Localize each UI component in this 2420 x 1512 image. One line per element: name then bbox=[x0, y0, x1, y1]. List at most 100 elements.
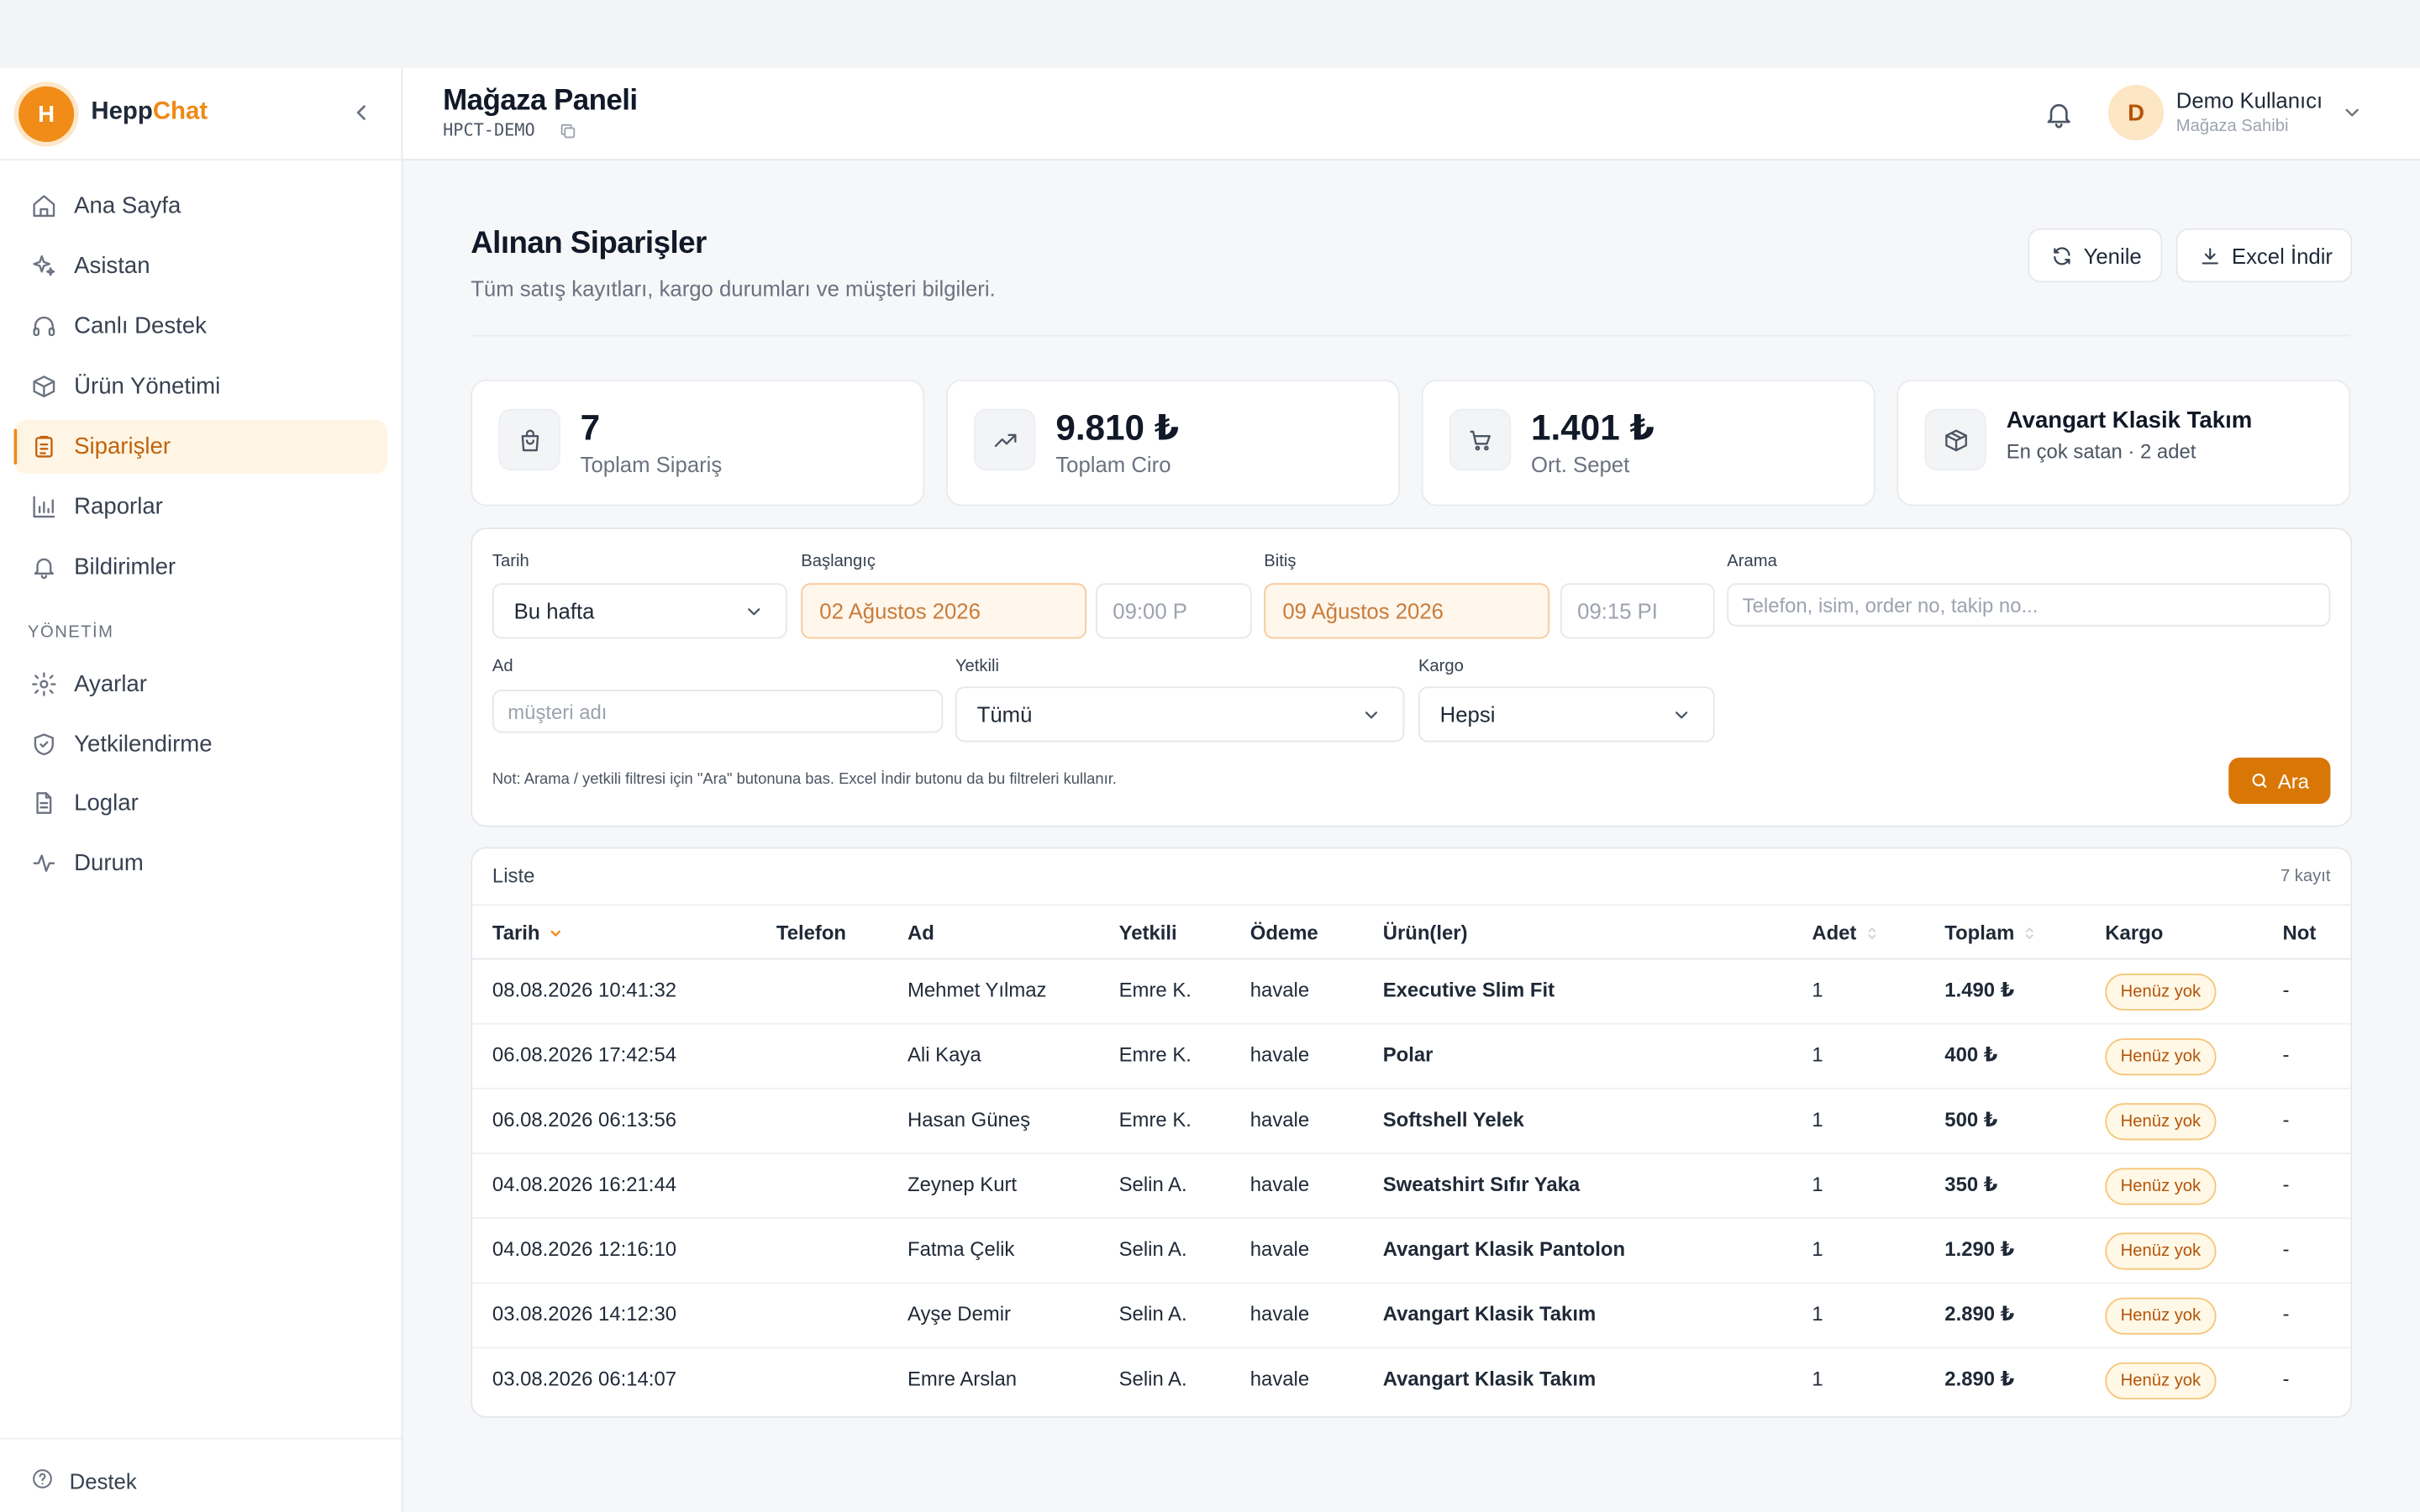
staff-select[interactable]: Tümü bbox=[955, 686, 1405, 743]
cell-qty: 1 bbox=[1812, 1042, 1823, 1067]
sidebar-section-label: YÖNETİM bbox=[28, 623, 114, 643]
sidebar-item-ana-sayfa[interactable]: Ana Sayfa bbox=[14, 179, 387, 233]
cell-staff: Emre K. bbox=[1118, 1107, 1192, 1131]
start-date-field[interactable]: 02 Ağustos 2026 bbox=[801, 583, 1087, 639]
cell-product: Executive Slim Fit bbox=[1382, 978, 1555, 1002]
start-time-field[interactable]: 09:00 P bbox=[1096, 583, 1252, 639]
excel-download-button[interactable]: Excel İndir bbox=[2175, 228, 2353, 283]
column-header-payment: Ödeme bbox=[1250, 921, 1318, 945]
search-input[interactable]: Telefon, isim, order no, takip no... bbox=[1727, 583, 2331, 627]
sidebar-item-raporlar[interactable]: Raporlar bbox=[14, 480, 387, 533]
cell-qty: 1 bbox=[1812, 1367, 1823, 1390]
table-row[interactable]: 04.08.2026 16:21:44 Zeynep Kurt Selin A.… bbox=[472, 1154, 2351, 1220]
stat-icon-box bbox=[1924, 408, 1986, 471]
table-row[interactable]: 03.08.2026 14:12:30 Ayşe Demir Selin A. … bbox=[472, 1284, 2351, 1349]
cell-total: 2.890 ₺ bbox=[1944, 1367, 2015, 1390]
end-time-field[interactable]: 09:15 PI bbox=[1560, 583, 1715, 639]
end-date-field[interactable]: 09 Ağustos 2026 bbox=[1264, 583, 1550, 639]
sidebar-item-label: Durum bbox=[74, 850, 144, 877]
table-row[interactable]: 06.08.2026 06:13:56 Hasan Güneş Emre K. … bbox=[472, 1089, 2351, 1154]
table-row[interactable]: 03.08.2026 06:14:07 Emre Arslan Selin A.… bbox=[472, 1348, 2350, 1413]
sidebar-item-durum[interactable]: Durum bbox=[14, 837, 387, 890]
sidebar-item-bildirimler[interactable]: Bildirimler bbox=[14, 540, 387, 594]
table-row[interactable]: 06.08.2026 17:42:54 Ali Kaya Emre K. hav… bbox=[472, 1025, 2351, 1089]
list-title: Liste bbox=[492, 864, 535, 888]
sidebar-item-yetkilendirme[interactable]: Yetkilendirme bbox=[14, 717, 387, 771]
cell-qty: 1 bbox=[1812, 1302, 1823, 1326]
column-header-label: Ödeme bbox=[1249, 921, 1318, 945]
search-label: Arama bbox=[1727, 552, 1777, 571]
cell-total: 500 ₺ bbox=[1944, 1107, 1998, 1131]
cargo-status-badge: Henüz yok bbox=[2105, 1297, 2217, 1335]
end-label: Bitiş bbox=[1264, 552, 1297, 571]
chevron-down-icon[interactable] bbox=[2341, 102, 2363, 123]
cell-staff: Selin A. bbox=[1118, 1302, 1187, 1326]
user-name[interactable]: Demo Kullanıcı bbox=[2176, 88, 2323, 113]
cell-product: Avangart Klasik Takım bbox=[1382, 1367, 1597, 1390]
sidebar: H HeppChat Ana Sayfa Asistan Canlı Deste… bbox=[0, 67, 403, 1512]
column-header-date[interactable]: Tarih bbox=[492, 921, 563, 944]
brand-logo[interactable]: H bbox=[18, 86, 75, 142]
cell-date: 08.08.2026 10:41:32 bbox=[492, 978, 677, 1002]
cell-note: - bbox=[2282, 1107, 2290, 1131]
sidebar-item-label: Raporlar bbox=[74, 493, 163, 520]
date-range-select[interactable]: Bu hafta bbox=[492, 583, 787, 639]
stat-card-total-revenue: 9.810 ₺ Toplam Ciro bbox=[945, 379, 1400, 507]
search-button[interactable]: Ara bbox=[2228, 757, 2331, 804]
cell-note: - bbox=[2282, 1367, 2290, 1390]
bell-icon bbox=[34, 558, 54, 580]
sidebar-item-label: Bildirimler bbox=[74, 554, 176, 580]
copy-icon[interactable] bbox=[559, 122, 577, 140]
sidebar-item-label: Canlı Destek bbox=[74, 312, 207, 340]
refresh-button[interactable]: Yenile bbox=[2028, 228, 2163, 283]
stat-card-best-seller: Avangart Klasik Takım En çok satan · 2 a… bbox=[1897, 379, 2351, 507]
customer-name-input[interactable]: müşteri adı bbox=[492, 690, 944, 733]
cell-name: Ali Kaya bbox=[908, 1042, 981, 1067]
table-row[interactable]: 04.08.2026 12:16:10 Fatma Çelik Selin A.… bbox=[472, 1219, 2351, 1284]
column-header-label: Ad bbox=[908, 921, 934, 945]
cell-staff: Emre K. bbox=[1118, 1042, 1192, 1067]
cargo-status-badge: Henüz yok bbox=[2105, 1103, 2217, 1141]
column-header-qty[interactable]: Adet bbox=[1812, 921, 1880, 944]
help-circle-icon bbox=[33, 1469, 52, 1488]
sidebar-item-loglar[interactable]: Loglar bbox=[14, 776, 387, 830]
cell-name: Fatma Çelik bbox=[908, 1237, 1015, 1261]
file-icon bbox=[36, 792, 52, 814]
cargo-status-badge: Henüz yok bbox=[2105, 1362, 2217, 1399]
sidebar-item-siparisler[interactable]: Siparişler bbox=[13, 419, 388, 474]
user-avatar[interactable]: D bbox=[2107, 85, 2165, 141]
cart-icon bbox=[1469, 429, 1491, 450]
sidebar-item-canli-destek[interactable]: Canlı Destek bbox=[14, 299, 387, 353]
cargo-label: Kargo bbox=[1418, 657, 1464, 676]
column-header-products: Ürün(ler) bbox=[1383, 921, 1468, 945]
cell-staff: Selin A. bbox=[1118, 1172, 1187, 1196]
page-title: Mağaza Paneli bbox=[443, 85, 638, 118]
stat-icon-box bbox=[1449, 408, 1512, 471]
collapse-sidebar-button[interactable] bbox=[349, 100, 373, 124]
stat-label: Toplam Ciro bbox=[1055, 452, 1171, 477]
stat-card-total-orders: 7 Toplam Sipariş bbox=[471, 379, 925, 507]
column-header-total[interactable]: Toplam bbox=[1944, 921, 2038, 944]
sidebar-item-label: Siparişler bbox=[74, 433, 171, 460]
orders-title: Alınan Siparişler bbox=[471, 227, 707, 261]
notifications-bell-icon[interactable] bbox=[2044, 99, 2075, 130]
sidebar-item-ayarlar[interactable]: Ayarlar bbox=[14, 657, 387, 711]
cargo-select[interactable]: Hepsi bbox=[1418, 686, 1715, 743]
cell-name: Ayşe Demir bbox=[908, 1302, 1011, 1326]
sidebar-item-asistan[interactable]: Asistan bbox=[14, 239, 387, 293]
cell-payment: havale bbox=[1249, 1172, 1310, 1196]
stat-value: 1.401 ₺ bbox=[1531, 407, 1655, 448]
sidebar-item-urun-yonetimi[interactable]: Ürün Yönetimi bbox=[14, 360, 387, 413]
column-header-label: Kargo bbox=[2105, 921, 2164, 945]
cell-payment: havale bbox=[1249, 1302, 1310, 1326]
table-row[interactable]: 08.08.2026 10:41:32 Mehmet Yılmaz Emre K… bbox=[472, 959, 2351, 1025]
cell-payment: havale bbox=[1249, 1107, 1310, 1131]
cell-product: Sweatshirt Sıfır Yaka bbox=[1382, 1172, 1581, 1196]
name-label: Ad bbox=[492, 657, 513, 676]
cell-date: 04.08.2026 12:16:10 bbox=[492, 1237, 677, 1261]
cell-total: 1.290 ₺ bbox=[1944, 1237, 2015, 1261]
stat-card-avg-basket: 1.401 ₺ Ort. Sepet bbox=[1421, 379, 1876, 507]
refresh-label: Yenile bbox=[2083, 243, 2142, 268]
cell-note: - bbox=[2282, 978, 2290, 1002]
sidebar-footer-support[interactable]: Destek bbox=[0, 1437, 402, 1512]
